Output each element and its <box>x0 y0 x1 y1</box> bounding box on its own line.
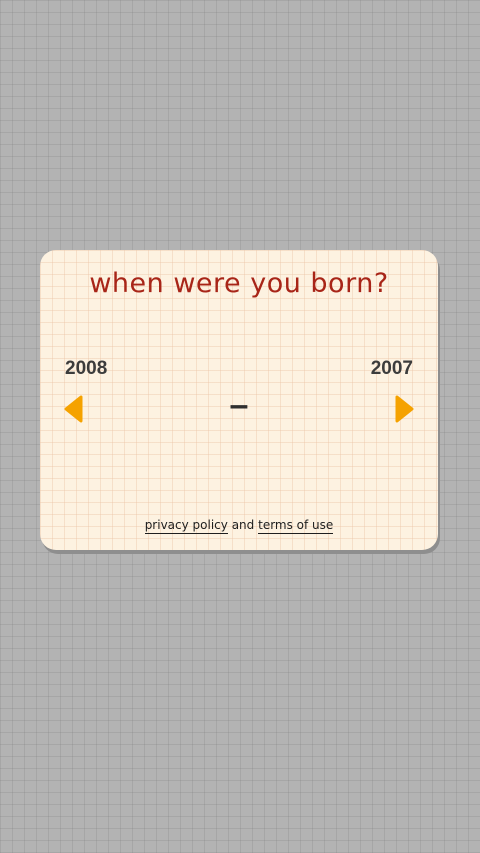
privacy-policy-link[interactable]: privacy policy <box>144 518 228 534</box>
triangle-right-icon <box>395 395 414 423</box>
birth-year-dialog: when were you born? 2008 2007 – privacy … <box>40 250 438 550</box>
terms-of-use-link[interactable]: terms of use <box>258 518 334 534</box>
previous-year-label: 2008 <box>65 358 108 379</box>
legal-footer: privacy policy and terms of use <box>40 518 438 534</box>
dialog-title: when were you born? <box>89 268 389 299</box>
next-year-label: 2007 <box>370 358 413 379</box>
next-year-button[interactable] <box>394 394 416 424</box>
selected-year-value: – <box>229 386 249 424</box>
footer-connector-text: and <box>231 518 255 532</box>
